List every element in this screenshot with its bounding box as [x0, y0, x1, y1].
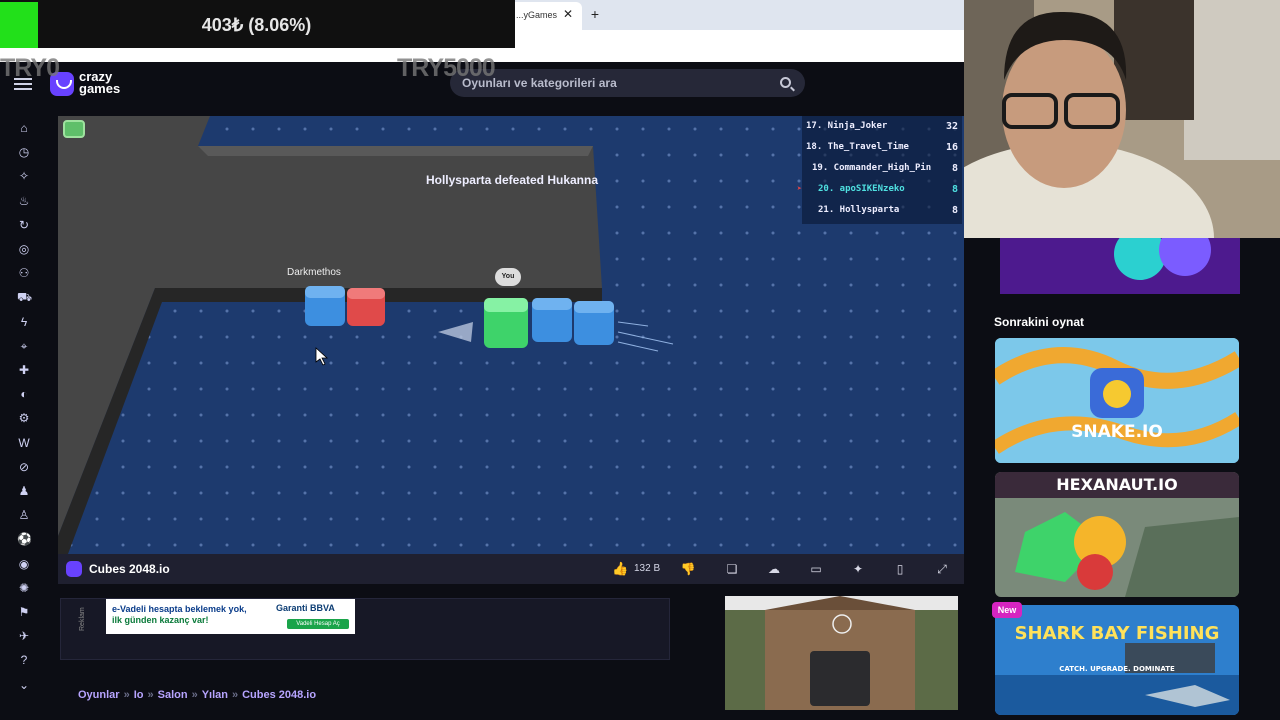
ad-label: Reklam — [79, 607, 86, 631]
leaderboard-name: 21. Hollysparta — [818, 205, 900, 215]
bug-icon[interactable]: ✺ — [17, 581, 31, 595]
promo-banner[interactable] — [1000, 238, 1240, 294]
game-card-snake[interactable]: SNAKE.IO — [995, 338, 1239, 463]
clock-icon[interactable]: ◷ — [17, 145, 31, 159]
fire-icon[interactable]: ♨ — [17, 194, 31, 208]
search-input[interactable]: Oyunları ve kategorileri ara — [450, 69, 805, 97]
like-icon[interactable]: 👍 — [612, 562, 628, 576]
mobile-icon[interactable]: ▯ — [892, 561, 908, 577]
lightning-icon[interactable]: ϟ — [17, 315, 31, 329]
enemy-name: Darkmethos — [287, 267, 341, 278]
refresh-icon[interactable]: ↻ — [17, 218, 31, 232]
next-games-title: Sonrakini oynat — [994, 315, 1085, 329]
ad-line2: ilk günden kazanç var! — [112, 615, 209, 625]
game-card-title: HEXANAUT.IO — [1056, 475, 1178, 494]
gear-icon[interactable]: ⚙ — [17, 411, 31, 425]
new-tab-icon[interactable]: + — [588, 5, 602, 23]
game-title: Cubes 2048.io — [89, 562, 170, 576]
game-card-title: SNAKE.IO — [1071, 422, 1163, 442]
fullscreen-icon[interactable]: ⤢ — [934, 561, 950, 577]
you-marker: You — [495, 268, 521, 286]
leaderboard: 17. Ninja_Joker 32 18. The_Travel_Time 16 19… — [797, 116, 962, 224]
breadcrumb-io[interactable]: Io — [134, 689, 144, 701]
controller-icon[interactable]: ◎ — [17, 242, 31, 256]
leaderboard-row: 18. The_Travel_Time 16 — [802, 137, 962, 157]
overlay-amount: 403₺ (8.06%) — [201, 15, 312, 35]
soccer-icon[interactable]: ⚽ — [17, 532, 32, 546]
kill-feed: Hollysparta defeated Hukanna — [425, 173, 599, 187]
leaderboard-name: 19. Commander_High_Pin — [812, 163, 932, 173]
breadcrumb-oyunlar[interactable]: Oyunlar — [78, 689, 120, 701]
ad-panel: e-Vadeli hesapta beklemek yok, ilk günde… — [60, 598, 670, 660]
new-badge: New — [992, 602, 1022, 618]
game-card-subtitle: CATCH. UPGRADE. DOMINATE — [1059, 665, 1175, 673]
ad-image[interactable] — [725, 596, 958, 710]
compass-icon[interactable]: ⊘ — [17, 460, 31, 474]
breadcrumb-game[interactable]: Cubes 2048.io — [242, 689, 316, 701]
game-card-sharkbay[interactable]: SHARK BAY FISHING CATCH. UPGRADE. DOMINA… — [995, 605, 1239, 715]
current-player-arrow-icon: ➤ — [797, 184, 802, 193]
dislike-icon[interactable]: 👎 — [680, 561, 696, 577]
overlay-try-left: TRY0 — [0, 54, 60, 82]
leaderboard-name: 20. apoSIKENzeko — [818, 184, 905, 194]
crazygames-icon — [66, 561, 82, 577]
pin-icon[interactable]: ✈ — [17, 629, 31, 643]
search-icon[interactable] — [780, 77, 791, 88]
stream-overlay: 403₺ (8.06%) — [0, 0, 515, 48]
chevron-icon[interactable]: ⌄ — [17, 678, 31, 692]
site-logo[interactable]: crazy games — [50, 69, 132, 99]
logo-text: crazy games — [79, 69, 121, 96]
user-icon[interactable]: ♟ — [17, 484, 31, 498]
game-card-hexanaut[interactable]: HEXANAUT.IO — [995, 472, 1239, 597]
breadcrumb-yilan[interactable]: Yılan — [202, 689, 228, 701]
football-icon[interactable]: ⚑ — [17, 605, 31, 619]
person-icon[interactable]: ♙ — [17, 508, 31, 522]
word-icon[interactable]: W — [17, 436, 31, 450]
settings-icon[interactable]: ✦ — [850, 561, 866, 577]
webcam-feed — [964, 0, 1280, 238]
ad-line1: e-Vadeli hesapta beklemek yok, — [112, 604, 247, 614]
crosshair-icon[interactable]: ⌖ — [17, 339, 31, 353]
leaderboard-row: 17. Ninja_Joker 32 — [802, 116, 962, 136]
leaderboard-score: 16 — [945, 142, 958, 153]
leaderboard-score: 8 — [951, 205, 958, 216]
like-count: 132 B — [634, 563, 661, 574]
progress-indicator — [0, 2, 38, 48]
breadcrumb-salon[interactable]: Salon — [158, 689, 188, 701]
leaderboard-row: 21. Hollysparta 8 — [802, 200, 962, 220]
breadcrumb: Oyunlar» Io» Salon» Yılan» Cubes 2048.io — [78, 689, 317, 701]
sparkle-icon[interactable]: ✧ — [17, 169, 31, 183]
leaderboard-row: 19. Commander_High_Pin 8 — [802, 158, 962, 178]
help-icon[interactable]: ? — [17, 653, 31, 667]
leaderboard-name: 17. Ninja_Joker — [806, 121, 888, 131]
home-icon[interactable]: ⌂ — [17, 121, 31, 135]
overlay-try-right: TRY5000 — [397, 54, 496, 82]
leaderboard-score: 8 — [951, 184, 958, 195]
bookmark-icon[interactable]: ❏ — [724, 561, 740, 577]
ad-brand: Garanti BBVA — [276, 603, 335, 613]
ad-banner[interactable]: e-Vadeli hesapta beklemek yok, ilk günde… — [106, 599, 355, 634]
puzzle-icon[interactable]: ✚ — [17, 363, 31, 377]
game-canvas[interactable]: Hollysparta defeated Hukanna Darkmethos … — [58, 116, 966, 554]
leaderboard-score: 32 — [945, 121, 958, 132]
leaderboard-row: 20. apoSIKENzeko 8 ➤ — [797, 179, 962, 199]
cloud-icon[interactable]: ☁ — [766, 561, 782, 577]
sidebar: ⌂ ◷ ✧ ♨ ↻ ◎ ⚇ ⛟ ϟ ⌖ ✚ ◐ ⚙ W ⊘ ♟ ♙ ⚽ ◉ ✺ ⚑ ✈? ⌄ — [0, 106, 48, 720]
ad-cta-button[interactable]: Vadeli Hesap Aç — [287, 619, 349, 629]
car-icon[interactable]: ⛟ — [17, 290, 32, 304]
leaderboard-name: 18. The_Travel_Time — [806, 142, 909, 152]
feedback-icon[interactable]: ▭ — [808, 561, 824, 577]
game-mode-icon[interactable] — [63, 120, 85, 138]
pacman-icon[interactable]: ◐ — [17, 387, 31, 401]
close-tab-icon[interactable]: ✕ — [562, 6, 574, 22]
leaderboard-score: 8 — [951, 163, 958, 174]
ball-icon[interactable]: ◉ — [17, 557, 31, 571]
game-toolbar: Cubes 2048.io 👍 132 B 👎 ❏ ☁ ▭ ✦ ▯ ⤢ — [58, 554, 966, 584]
game-card-title: SHARK BAY FISHING — [1014, 623, 1220, 644]
people-icon[interactable]: ⚇ — [17, 266, 31, 280]
